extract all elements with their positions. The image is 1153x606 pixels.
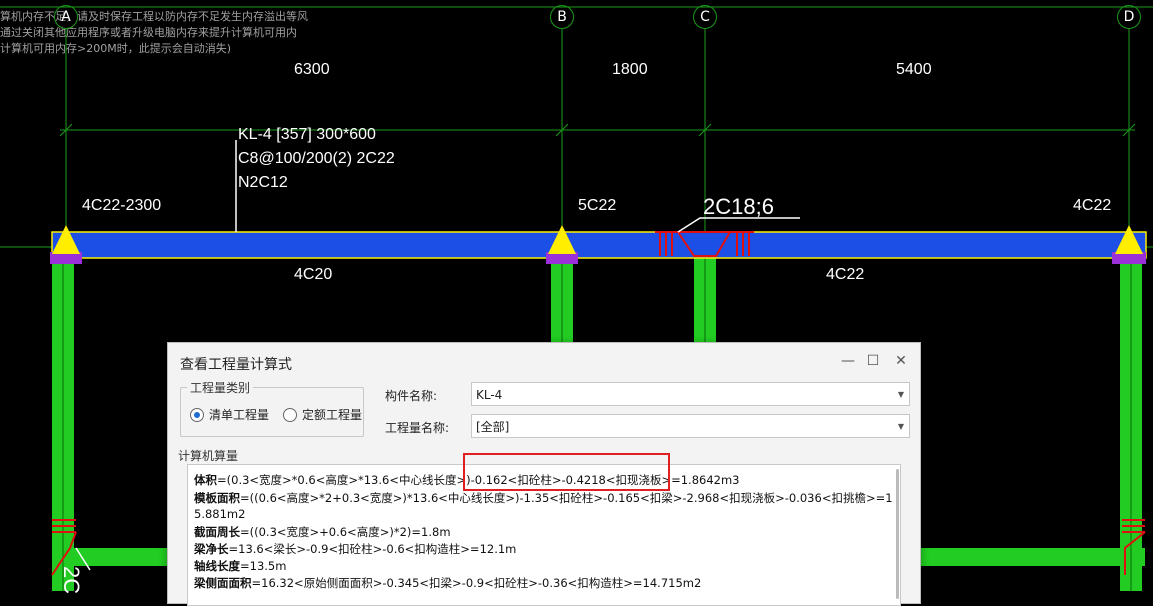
beam-label-line3: N2C12 bbox=[238, 174, 288, 191]
rebar-label-bottom-left: 4C20 bbox=[294, 266, 333, 283]
calc-text: 5.881m2 bbox=[194, 507, 246, 521]
quantity-formula-dialog: 查看工程量计算式 — ☐ ✕ 工程量类别 清单工程量 定额工程量 构件名称: K… bbox=[167, 342, 921, 606]
chevron-down-icon: ▼ bbox=[897, 390, 904, 399]
rebar-label-top-left: 4C22-2300 bbox=[82, 197, 162, 214]
chevron-down-icon: ▼ bbox=[897, 422, 904, 431]
quantity-category-group: 工程量类别 清单工程量 定额工程量 bbox=[180, 379, 364, 437]
beam-label-line2: C8@100/200(2) 2C22 bbox=[238, 150, 395, 167]
rebar-label-top-d: 4C22 bbox=[1073, 197, 1112, 214]
dialog-title: 查看工程量计算式 bbox=[180, 357, 292, 373]
dimension-bc: 1800 bbox=[612, 61, 648, 78]
calc-key: 模板面积 bbox=[194, 491, 240, 505]
close-button[interactable]: ✕ bbox=[890, 351, 912, 371]
quantity-name-select[interactable]: [全部] ▼ bbox=[471, 414, 910, 438]
component-name-label: 构件名称: bbox=[385, 389, 438, 403]
calc-text: =13.6<梁长>-0.9<扣砼柱>-0.6<扣构造柱>=12.1m bbox=[228, 542, 517, 556]
calc-text: =(0.3<宽度>*0.6<高度>*13.6<中心线长度>)-0.162<扣砼柱… bbox=[217, 473, 740, 487]
minimize-button[interactable]: — bbox=[837, 351, 859, 371]
calc-key: 轴线长度 bbox=[194, 559, 240, 573]
axis-label-b[interactable]: B bbox=[550, 5, 574, 29]
rebar-label-top-b: 5C22 bbox=[578, 197, 617, 214]
calc-key: 梁净长 bbox=[194, 542, 229, 556]
calc-scrollbar[interactable] bbox=[896, 469, 899, 599]
radio-selected-icon[interactable] bbox=[190, 407, 204, 422]
rebar-label-side-left: 2C bbox=[59, 566, 84, 595]
calc-formula-textarea[interactable]: 体积=(0.3<宽度>*0.6<高度>*13.6<中心线长度>)-0.162<扣… bbox=[187, 464, 901, 606]
radio-quota-label: 定额工程量 bbox=[302, 408, 363, 422]
calc-text: =((0.6<高度>*2+0.3<宽度>)*13.6<中心线长度>)-1.35<… bbox=[240, 491, 893, 505]
radio-list-label: 清单工程量 bbox=[209, 408, 270, 422]
dimension-line bbox=[59, 123, 1136, 137]
calc-legend: 计算机算量 bbox=[178, 449, 239, 463]
rebar-label-bottom-right: 4C22 bbox=[826, 266, 865, 283]
calc-key: 梁侧面面积 bbox=[194, 576, 252, 590]
radio-list-quantity[interactable]: 清单工程量 bbox=[190, 406, 269, 423]
calc-line-formwork-cont: 5.881m2 bbox=[194, 507, 245, 521]
calc-line-perimeter: 截面周长=((0.3<宽度>+0.6<高度>)*2)=1.8m bbox=[194, 524, 451, 540]
component-name-select[interactable]: KL-4 ▼ bbox=[471, 382, 910, 406]
calc-line-volume: 体积=(0.3<宽度>*0.6<高度>*13.6<中心线长度>)-0.162<扣… bbox=[194, 472, 740, 488]
component-name-value: KL-4 bbox=[476, 388, 503, 402]
radio-unselected-icon[interactable] bbox=[283, 407, 297, 422]
radio-quota-quantity[interactable]: 定额工程量 bbox=[283, 406, 362, 423]
quantity-name-label: 工程量名称: bbox=[385, 421, 450, 435]
beam-label-line1: KL-4 [357] 300*600 bbox=[238, 126, 376, 143]
calc-line-net-length: 梁净长=13.6<梁长>-0.9<扣砼柱>-0.6<扣构造柱>=12.1m bbox=[194, 541, 516, 557]
axis-label-d[interactable]: D bbox=[1117, 5, 1141, 29]
beam-kl-4[interactable] bbox=[51, 231, 1147, 259]
bottom-beam-left bbox=[52, 548, 172, 566]
calc-key: 体积 bbox=[194, 473, 217, 487]
calc-line-formwork: 模板面积=((0.6<高度>*2+0.3<宽度>)*13.6<中心线长度>)-1… bbox=[194, 490, 893, 506]
rebar-label-top-c: 2C18;6 bbox=[703, 194, 774, 219]
maximize-button[interactable]: ☐ bbox=[862, 351, 884, 371]
quantity-category-legend: 工程量类别 bbox=[187, 379, 254, 396]
calc-key: 截面周长 bbox=[194, 525, 240, 539]
dimension-cd: 5400 bbox=[896, 61, 932, 78]
quantity-name-value: [全部] bbox=[476, 420, 510, 434]
calc-line-side-area: 梁侧面面积=16.32<原始侧面面积>-0.345<扣梁>-0.9<扣砼柱>-0… bbox=[194, 575, 701, 591]
calc-text: =13.5m bbox=[240, 559, 287, 573]
axis-label-c[interactable]: C bbox=[693, 5, 717, 29]
calc-text: =((0.3<宽度>+0.6<高度>)*2)=1.8m bbox=[240, 525, 451, 539]
bottom-beam-right bbox=[915, 548, 1145, 566]
calc-line-axis-length: 轴线长度=13.5m bbox=[194, 558, 286, 574]
dimension-ab: 6300 bbox=[294, 61, 330, 78]
axis-label-a[interactable]: A bbox=[54, 5, 78, 29]
calc-text: =16.32<原始侧面面积>-0.345<扣梁>-0.9<扣砼柱>-0.36<扣… bbox=[251, 576, 702, 590]
